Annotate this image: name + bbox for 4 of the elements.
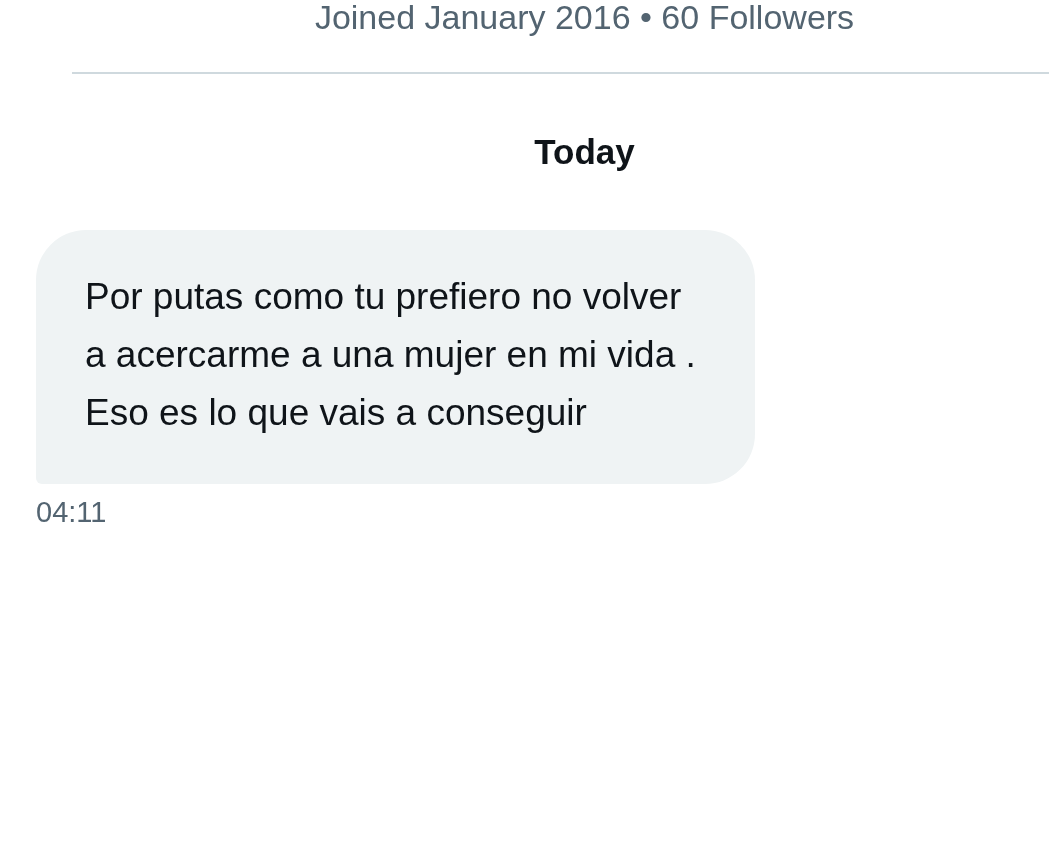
message-bubble: Por putas como tu prefiero no volver a acercarme a una mujer en mi vida . Eso es lo que vais a conseguir [36,230,755,484]
profile-joined-info: Joined January 2016 • 60 Followers [314,0,855,34]
date-separator: Today [533,132,636,172]
message-time: 04:11 [36,496,108,529]
